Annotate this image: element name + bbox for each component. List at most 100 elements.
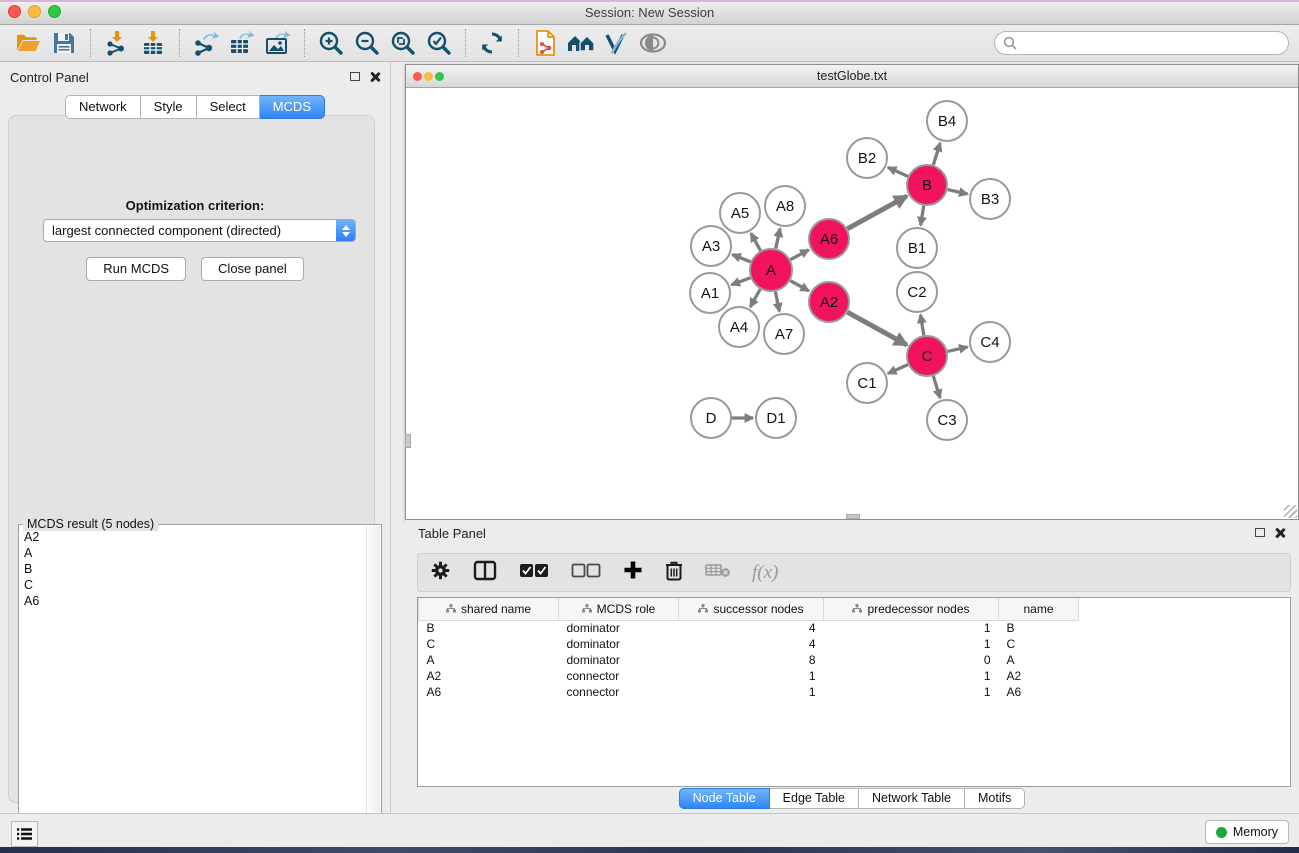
network-horizontal-scrollbar-thumb[interactable] bbox=[846, 514, 860, 519]
graph-node-B2[interactable]: B2 bbox=[847, 138, 887, 178]
mcds-result-scrollbar[interactable] bbox=[366, 526, 380, 853]
function-builder-icon[interactable]: f(x) bbox=[752, 562, 778, 584]
table-settings-gear-icon[interactable] bbox=[430, 560, 451, 586]
mcds-result-item[interactable]: A bbox=[21, 547, 365, 563]
graph-edge-A-A3[interactable] bbox=[732, 255, 750, 262]
table-cell[interactable]: 8 bbox=[679, 652, 824, 668]
network-canvas[interactable]: B4B2BB3A8A5A6A3B1AA1C2A2A4A7C4CC1C3DD1 bbox=[406, 88, 1298, 519]
table-cell[interactable]: 1 bbox=[824, 668, 999, 684]
task-history-button[interactable] bbox=[11, 821, 38, 847]
graph-node-A6[interactable]: A6 bbox=[809, 219, 849, 259]
graph-edge-A-A5[interactable] bbox=[751, 233, 761, 250]
graph-edge-A-A6[interactable] bbox=[790, 250, 808, 260]
column-header-predecessor-nodes[interactable]: predecessor nodes bbox=[824, 598, 999, 620]
graph-node-C3[interactable]: C3 bbox=[927, 400, 967, 440]
graph-node-A1[interactable]: A1 bbox=[690, 273, 730, 313]
table-cell[interactable]: connector bbox=[559, 684, 679, 700]
tab-edge-table[interactable]: Edge Table bbox=[770, 788, 859, 809]
graph-node-D1[interactable]: D1 bbox=[756, 398, 796, 438]
mcds-result-item[interactable]: A6 bbox=[21, 595, 365, 611]
select-all-checkboxes-icon[interactable] bbox=[519, 563, 549, 583]
float-panel-icon[interactable] bbox=[350, 72, 360, 81]
table-cell[interactable]: B bbox=[419, 620, 559, 636]
mcds-result-item[interactable]: C bbox=[21, 579, 365, 595]
graph-edge-B-B2[interactable] bbox=[888, 167, 908, 176]
hide-annotations-icon[interactable] bbox=[602, 28, 632, 58]
table-cell[interactable]: C bbox=[999, 636, 1079, 652]
graph-edge-A-A4[interactable] bbox=[750, 289, 760, 307]
graph-node-B4[interactable]: B4 bbox=[927, 101, 967, 141]
import-network-icon[interactable] bbox=[102, 28, 132, 58]
new-session-from-network-icon[interactable] bbox=[530, 28, 560, 58]
graph-node-A2[interactable]: A2 bbox=[809, 282, 849, 322]
table-cell[interactable]: 0 bbox=[824, 652, 999, 668]
import-table-icon[interactable] bbox=[138, 28, 168, 58]
column-header-successor-nodes[interactable]: successor nodes bbox=[679, 598, 824, 620]
graph-node-B3[interactable]: B3 bbox=[970, 179, 1010, 219]
close-panel-button[interactable]: Close panel bbox=[201, 257, 304, 281]
graph-edge-B-B4[interactable] bbox=[933, 143, 940, 165]
graph-node-B[interactable]: B bbox=[907, 165, 947, 205]
network-window-titlebar[interactable]: testGlobe.txt bbox=[406, 65, 1298, 88]
graph-node-A3[interactable]: A3 bbox=[691, 226, 731, 266]
table-cell[interactable]: 1 bbox=[824, 636, 999, 652]
show-all-windows-icon[interactable] bbox=[566, 28, 596, 58]
table-cell[interactable]: 1 bbox=[824, 620, 999, 636]
zoom-selected-icon[interactable] bbox=[424, 28, 454, 58]
table-cell[interactable]: dominator bbox=[559, 620, 679, 636]
float-table-panel-icon[interactable] bbox=[1255, 528, 1265, 537]
close-table-panel-icon[interactable] bbox=[1274, 527, 1285, 538]
table-row[interactable]: Adominator80A bbox=[419, 652, 1079, 668]
close-panel-icon[interactable] bbox=[369, 71, 380, 82]
graph-edge-A-A7[interactable] bbox=[775, 292, 779, 312]
graph-node-C1[interactable]: C1 bbox=[847, 363, 887, 403]
tab-style[interactable]: Style bbox=[141, 95, 197, 119]
column-header-shared-name[interactable]: shared name bbox=[419, 598, 559, 620]
zoom-fit-icon[interactable] bbox=[388, 28, 418, 58]
graph-edge-C-C4[interactable] bbox=[947, 347, 967, 351]
table-row[interactable]: A6connector11A6 bbox=[419, 684, 1079, 700]
graph-node-A8[interactable]: A8 bbox=[765, 186, 805, 226]
criterion-dropdown[interactable]: largest connected component (directed) bbox=[43, 219, 356, 242]
graph-node-A7[interactable]: A7 bbox=[764, 314, 804, 354]
table-cell[interactable]: B bbox=[999, 620, 1079, 636]
graph-edge-A6-B[interactable] bbox=[847, 196, 906, 229]
graph-edge-B-B3[interactable] bbox=[947, 190, 967, 194]
graph-node-C4[interactable]: C4 bbox=[970, 322, 1010, 362]
graph-edge-C-C3[interactable] bbox=[933, 376, 940, 398]
zoom-in-icon[interactable] bbox=[316, 28, 346, 58]
tab-select[interactable]: Select bbox=[197, 95, 260, 119]
run-mcds-button[interactable]: Run MCDS bbox=[86, 257, 186, 281]
network-window-resize-grip[interactable] bbox=[1284, 505, 1297, 518]
graph-node-A5[interactable]: A5 bbox=[720, 193, 760, 233]
table-cell[interactable]: A2 bbox=[999, 668, 1079, 684]
search-field[interactable] bbox=[994, 31, 1289, 55]
graph-edge-C-C1[interactable] bbox=[888, 365, 908, 374]
graph-node-C2[interactable]: C2 bbox=[897, 272, 937, 312]
show-graphics-details-icon[interactable] bbox=[638, 28, 668, 58]
graph-node-C[interactable]: C bbox=[907, 336, 947, 376]
export-table-icon[interactable] bbox=[227, 28, 257, 58]
graph-edge-A2-C[interactable] bbox=[847, 312, 906, 345]
table-cell[interactable]: C bbox=[419, 636, 559, 652]
table-cell[interactable]: A6 bbox=[419, 684, 559, 700]
export-network-icon[interactable] bbox=[191, 28, 221, 58]
delete-column-trash-icon[interactable] bbox=[665, 560, 683, 586]
graph-node-D[interactable]: D bbox=[691, 398, 731, 438]
tab-motifs[interactable]: Motifs bbox=[965, 788, 1025, 809]
graph-edge-A-A2[interactable] bbox=[790, 281, 809, 291]
graph-node-A[interactable]: A bbox=[750, 249, 792, 291]
table-cell[interactable]: A2 bbox=[419, 668, 559, 684]
table-cell[interactable]: 4 bbox=[679, 636, 824, 652]
table-cell[interactable]: dominator bbox=[559, 636, 679, 652]
add-column-icon[interactable] bbox=[623, 560, 643, 585]
column-header-MCDS-role[interactable]: MCDS role bbox=[559, 598, 679, 620]
mcds-result-item[interactable]: A2 bbox=[21, 531, 365, 547]
split-column-icon[interactable] bbox=[473, 560, 497, 586]
refresh-icon[interactable] bbox=[477, 28, 507, 58]
search-input[interactable] bbox=[1022, 36, 1288, 50]
graph-edge-A-A8[interactable] bbox=[776, 228, 780, 248]
table-cell[interactable]: 1 bbox=[824, 684, 999, 700]
delete-table-icon[interactable] bbox=[705, 562, 730, 583]
graph-edge-A-A1[interactable] bbox=[732, 278, 751, 285]
